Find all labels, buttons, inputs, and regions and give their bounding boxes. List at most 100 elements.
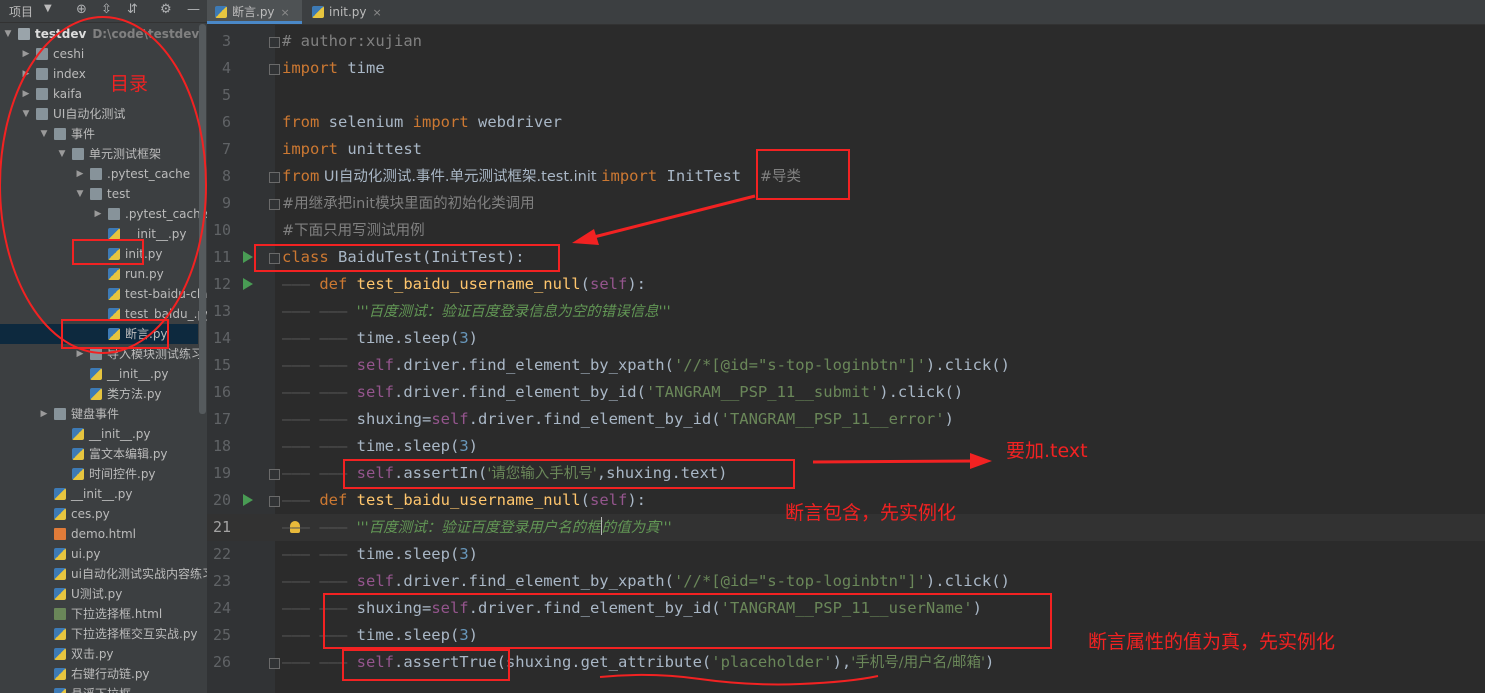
tree-folder[interactable]: ▶ kaifa xyxy=(0,84,198,104)
gear-icon[interactable]: ⚙ xyxy=(160,2,172,17)
tree-folder[interactable]: ▼ 单元测试框架 xyxy=(0,144,198,164)
chevron-right-icon[interactable]: ▶ xyxy=(21,44,31,64)
tree-file[interactable]: 右键行动链.py xyxy=(0,664,198,684)
tree-file[interactable]: demo.html xyxy=(0,524,198,544)
code-line[interactable]: ——— ——— time.sleep(3) xyxy=(282,433,478,460)
folder-icon xyxy=(90,188,102,200)
expand-all-icon[interactable]: ⇳ xyxy=(101,2,112,17)
code-line[interactable]: ——— def test_baidu_username_null(self): xyxy=(282,487,646,514)
fold-marker-icon[interactable] xyxy=(269,199,280,210)
chevron-right-icon[interactable]: ▶ xyxy=(75,164,85,184)
run-icon[interactable] xyxy=(243,251,253,263)
tree-folder[interactable]: ▶ .pytest_cache xyxy=(0,204,207,224)
tree-file[interactable]: run.py xyxy=(0,264,198,284)
code-line[interactable]: ——— def test_baidu_username_null(self): xyxy=(282,271,646,298)
tree-folder[interactable]: ▶ .pytest_cache xyxy=(0,164,198,184)
tree-file[interactable]: 下拉选择框交互实战.py xyxy=(0,624,198,644)
code-line[interactable]: ——— ——— shuxing=self.driver.find_element… xyxy=(282,406,954,433)
code-token: selenium xyxy=(319,113,413,131)
chevron-down-icon[interactable]: ▼ xyxy=(39,124,49,144)
tree-file[interactable]: __init__.py xyxy=(0,424,198,444)
chevron-down-icon[interactable]: ▼ xyxy=(21,104,31,124)
project-scrollbar[interactable] xyxy=(199,24,206,414)
code-line[interactable]: import time xyxy=(282,55,385,82)
tree-folder[interactable]: ▶ 键盘事件 xyxy=(0,404,198,424)
chevron-right-icon[interactable]: ▶ xyxy=(39,404,49,424)
tree-file[interactable]: 类方法.py xyxy=(0,384,198,404)
code-line[interactable]: ——— ——— time.sleep(3) xyxy=(282,325,478,352)
code-token: ): xyxy=(627,491,646,509)
indent-guide: ——— xyxy=(282,275,320,293)
tree-folder[interactable]: ▼ 事件 xyxy=(0,124,198,144)
highlight-assertin-line xyxy=(343,459,795,489)
code-line[interactable]: from UI自动化测试.事件.单元测试框架.test.init import … xyxy=(282,163,801,190)
code-token: ) xyxy=(468,545,478,563)
tree-item-label: test-baidu-class.p xyxy=(125,287,207,301)
python-file-icon xyxy=(312,6,324,18)
chevron-down-icon[interactable]: ▼ xyxy=(75,184,85,204)
tree-file[interactable]: 双击.py xyxy=(0,644,198,664)
tree-folder[interactable]: ▼ UI自动化测试 xyxy=(0,104,198,124)
code-line[interactable]: ——— ——— self.driver.find_element_by_id('… xyxy=(282,379,963,406)
collapse-all-icon[interactable]: ⇵ xyxy=(127,2,138,17)
tree-file[interactable]: __init__.py xyxy=(0,364,198,384)
tree-file[interactable]: ui.py xyxy=(0,544,198,564)
tab-assert-py[interactable]: 断言.py × xyxy=(207,0,302,24)
code-line[interactable]: ——— ——— self.driver.find_element_by_xpat… xyxy=(282,352,1010,379)
close-icon[interactable]: × xyxy=(281,6,290,19)
fold-marker-icon[interactable] xyxy=(269,37,280,48)
project-panel-title[interactable]: 项目 xyxy=(9,3,33,20)
tree-folder[interactable]: ▶ index xyxy=(0,64,198,84)
code-line[interactable]: ——— ——— '''百度测试：验证百度登录信息为空的错误信息''' xyxy=(282,298,671,325)
tree-file[interactable]: 时间控件.py xyxy=(0,464,198,484)
chevron-down-icon[interactable]: ▼ xyxy=(57,144,67,164)
close-icon[interactable]: × xyxy=(373,6,382,19)
folder-icon xyxy=(36,68,48,80)
tree-file[interactable]: U测试.py xyxy=(0,584,198,604)
code-token: from xyxy=(282,113,320,131)
tree-folder[interactable]: ▼ test xyxy=(0,184,198,204)
tree-file[interactable]: ces.py xyxy=(0,504,198,524)
tree-item-label: 类方法.py xyxy=(107,387,162,401)
tree-folder[interactable]: ▼ testdev D:\code\testdev xyxy=(0,24,200,44)
code-line[interactable]: #用继承把init模块里面的初始化类调用 xyxy=(282,190,535,217)
fold-marker-icon[interactable] xyxy=(269,172,280,183)
locate-icon[interactable]: ⊕ xyxy=(76,2,87,17)
highlight-instantiate-lines xyxy=(323,593,1052,649)
code-line[interactable]: from selenium import webdriver xyxy=(282,109,562,136)
line-number: 26 xyxy=(212,653,231,671)
line-number: 5 xyxy=(221,86,231,104)
chevron-right-icon[interactable]: ▶ xyxy=(93,204,103,224)
run-icon[interactable] xyxy=(243,278,253,290)
tree-folder[interactable]: ▶ ceshi xyxy=(0,44,198,64)
tree-file[interactable]: ui自动化测试实战内容练习.p xyxy=(0,564,207,584)
tab-init-py[interactable]: init.py × xyxy=(304,0,389,24)
run-icon[interactable] xyxy=(243,494,253,506)
code-line[interactable]: import unittest xyxy=(282,136,422,163)
fold-marker-icon[interactable] xyxy=(269,496,280,507)
tree-file[interactable]: 悬浮下拉框 xyxy=(0,684,198,693)
line-number: 13 xyxy=(212,302,231,320)
chevron-down-icon[interactable]: ▼ xyxy=(44,3,52,14)
line-number: 3 xyxy=(221,32,231,50)
code-line[interactable]: #下面只用写测试用例 xyxy=(282,217,425,244)
tree-file[interactable]: 富文本编辑.py xyxy=(0,444,198,464)
tree-file[interactable]: __init__.py xyxy=(0,484,198,504)
minimize-icon[interactable]: — xyxy=(187,2,200,17)
code-line[interactable]: # author:xujian xyxy=(282,28,422,55)
chevron-down-icon[interactable]: ▼ xyxy=(3,24,13,44)
code-token: self xyxy=(356,572,394,590)
code-line[interactable]: ——— ——— '''百度测试：验证百度登录用户名的框的值为真''' xyxy=(282,514,672,541)
code-token: ( xyxy=(580,491,590,509)
tree-file[interactable]: 下拉选择框.html xyxy=(0,604,198,624)
fold-marker-icon[interactable] xyxy=(269,658,280,669)
chevron-right-icon[interactable]: ▶ xyxy=(21,64,31,84)
fold-marker-icon[interactable] xyxy=(269,64,280,75)
fold-marker-icon[interactable] xyxy=(269,469,280,480)
indent-guide: ——— xyxy=(282,626,320,644)
code-line[interactable]: ——— ——— self.driver.find_element_by_xpat… xyxy=(282,568,1010,595)
code-token: ) xyxy=(944,410,954,428)
chevron-right-icon[interactable]: ▶ xyxy=(21,84,31,104)
code-line[interactable]: ——— ——— time.sleep(3) xyxy=(282,541,478,568)
tree-file[interactable]: test-baidu-class.p xyxy=(0,284,207,304)
